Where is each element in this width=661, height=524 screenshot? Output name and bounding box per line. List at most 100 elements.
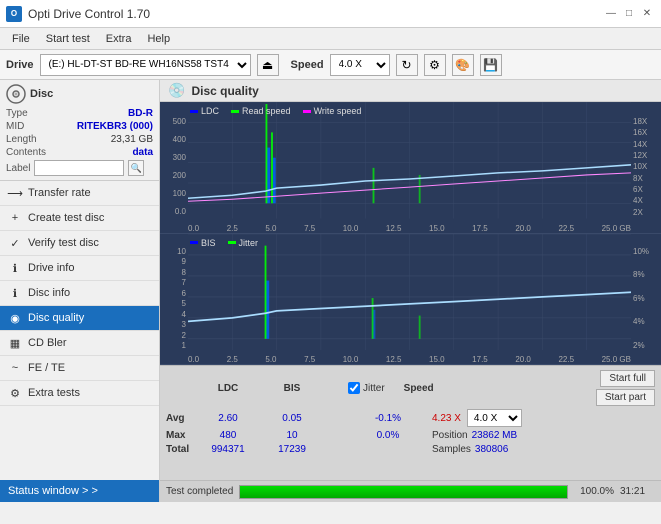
drive-toolbar: Drive (E:) HL-DT-ST BD-RE WH16NS58 TST4 … <box>0 50 661 80</box>
drive-select[interactable]: (E:) HL-DT-ST BD-RE WH16NS58 TST4 <box>40 54 251 76</box>
y-label: 2% <box>633 342 645 350</box>
legend-ldc-label: LDC <box>201 106 219 116</box>
disc-contents-value: data <box>132 147 153 158</box>
y-label: 16X <box>633 129 647 137</box>
y-label: 10X <box>633 163 647 171</box>
max-label: Max <box>166 430 196 441</box>
content-area: 💿 Disc quality LDC Read speed <box>160 80 661 502</box>
minimize-button[interactable]: — <box>603 6 619 22</box>
max-ldc: 480 <box>196 430 260 441</box>
status-window-label: Status window > > <box>8 485 98 497</box>
eject-button[interactable]: ⏏ <box>257 54 279 76</box>
disc-label-input[interactable] <box>34 160 124 176</box>
max-bis: 10 <box>260 430 324 441</box>
refresh-button[interactable]: ↻ <box>396 54 418 76</box>
speed-select-stats[interactable]: 4.0 X1.0 X2.0 X <box>467 409 522 427</box>
settings-button[interactable]: ⚙ <box>424 54 446 76</box>
sidebar-item-transfer-rate[interactable]: ⟶ Transfer rate <box>0 181 159 206</box>
sidebar-item-disc-info[interactable]: ℹ Disc info <box>0 281 159 306</box>
disc-type-value: BD-R <box>128 108 153 119</box>
samples-value: 380806 <box>475 444 508 455</box>
y-label: 2X <box>633 209 643 217</box>
jitter-checkbox[interactable] <box>348 382 360 394</box>
maximize-button[interactable]: □ <box>621 6 637 22</box>
header-bis: BIS <box>260 383 324 394</box>
disc-title: Disc <box>30 88 53 100</box>
y-label: 4 <box>182 311 186 319</box>
legend-write-speed: Write speed <box>303 106 362 116</box>
disc-type-row: Type BD-R <box>6 108 153 119</box>
disc-quality-icon: ◉ <box>8 311 22 325</box>
speed-label: Speed <box>291 59 324 71</box>
disc-icon <box>6 84 26 104</box>
y-label: 6X <box>633 186 643 194</box>
status-text: Test completed <box>166 486 233 497</box>
charts-area: LDC Read speed Write speed <box>160 102 661 365</box>
save-button[interactable]: 💾 <box>480 54 502 76</box>
y-label: 500 <box>173 118 186 126</box>
verify-test-disc-icon: ✓ <box>8 236 22 250</box>
ldc-color <box>190 110 198 113</box>
y-label: 3 <box>182 321 186 329</box>
jitter-color <box>228 241 236 244</box>
sidebar-item-extra-tests[interactable]: ⚙ Extra tests <box>0 381 159 406</box>
speed-select[interactable]: 4.0 X 1.0 X 2.0 X 6.0 X 8.0 X <box>330 54 390 76</box>
disc-mid-row: MID RITEKBR3 (000) <box>6 121 153 132</box>
y-label: 9 <box>182 258 186 266</box>
menu-extra[interactable]: Extra <box>98 31 140 47</box>
avg-row: Avg 2.60 0.05 -0.1% 4.23 X 4.0 X1.0 X2.0… <box>166 409 655 427</box>
sidebar-item-drive-info[interactable]: ℹ Drive info <box>0 256 159 281</box>
palette-button[interactable]: 🎨 <box>452 54 474 76</box>
action-buttons: Start full Start part <box>596 370 655 406</box>
y-label: 5 <box>182 300 186 308</box>
chart2-y-right: 10% 8% 6% 4% 2% <box>631 248 661 351</box>
app-title: Opti Drive Control 1.70 <box>28 7 150 21</box>
chart1-x-labels: 0.02.55.07.510.012.515.017.520.022.525.0… <box>188 224 631 233</box>
total-bis: 17239 <box>260 444 324 455</box>
menu-help[interactable]: Help <box>139 31 178 47</box>
bis-color <box>190 241 198 244</box>
stats-panel: LDC BIS Jitter Speed Start full Start pa… <box>160 365 661 480</box>
create-test-disc-icon: + <box>8 211 22 225</box>
chart2-y-left: 10 9 8 7 6 5 4 3 2 1 <box>160 248 188 351</box>
sidebar-item-cd-bler[interactable]: ▦ CD Bler <box>0 331 159 356</box>
titlebar: O Opti Drive Control 1.70 — □ ✕ <box>0 0 661 28</box>
y-label: 7 <box>182 279 186 287</box>
sidebar-item-label: Extra tests <box>28 387 80 399</box>
disc-info-icon: ℹ <box>8 286 22 300</box>
progress-fill <box>240 486 567 498</box>
y-label: 10 <box>177 248 186 256</box>
menu-start-test[interactable]: Start test <box>38 31 98 47</box>
menu-file[interactable]: File <box>4 31 38 47</box>
read-speed-color <box>231 110 239 113</box>
disc-label-row: Label 🔍 <box>6 160 153 176</box>
legend-bis: BIS <box>190 238 216 248</box>
disc-header: Disc <box>6 84 153 104</box>
max-jitter: 0.0% <box>348 430 428 441</box>
progress-percent: 100.0% <box>574 486 614 497</box>
sidebar-item-fe-te[interactable]: ~ FE / TE <box>0 356 159 381</box>
disc-contents-row: Contents data <box>6 147 153 158</box>
sidebar-item-create-test-disc[interactable]: + Create test disc <box>0 206 159 231</box>
chart2-svg <box>188 234 631 351</box>
sidebar-item-verify-test-disc[interactable]: ✓ Verify test disc <box>0 231 159 256</box>
extra-tests-icon: ⚙ <box>8 386 22 400</box>
status-window-button[interactable]: Status window > > <box>0 480 159 502</box>
y-label: 12X <box>633 152 647 160</box>
app-icon: O <box>6 6 22 22</box>
y-label: 6 <box>182 290 186 298</box>
sidebar-item-disc-quality[interactable]: ◉ Disc quality <box>0 306 159 331</box>
total-row: Total 994371 17239 Samples 380806 <box>166 444 655 455</box>
progress-bar <box>239 485 568 499</box>
samples-label: Samples <box>432 444 471 455</box>
disc-label-button[interactable]: 🔍 <box>128 160 144 176</box>
start-full-button[interactable]: Start full <box>600 370 655 387</box>
disc-mid-value: RITEKBR3 (000) <box>77 121 153 132</box>
close-button[interactable]: ✕ <box>639 6 655 22</box>
disc-length-row: Length 23,31 GB <box>6 134 153 145</box>
legend-read-speed-label: Read speed <box>242 106 291 116</box>
start-part-button[interactable]: Start part <box>596 389 655 406</box>
speed-value: 4.23 X <box>432 413 461 424</box>
main-area: Disc Type BD-R MID RITEKBR3 (000) Length… <box>0 80 661 502</box>
y-label: 18X <box>633 118 647 126</box>
